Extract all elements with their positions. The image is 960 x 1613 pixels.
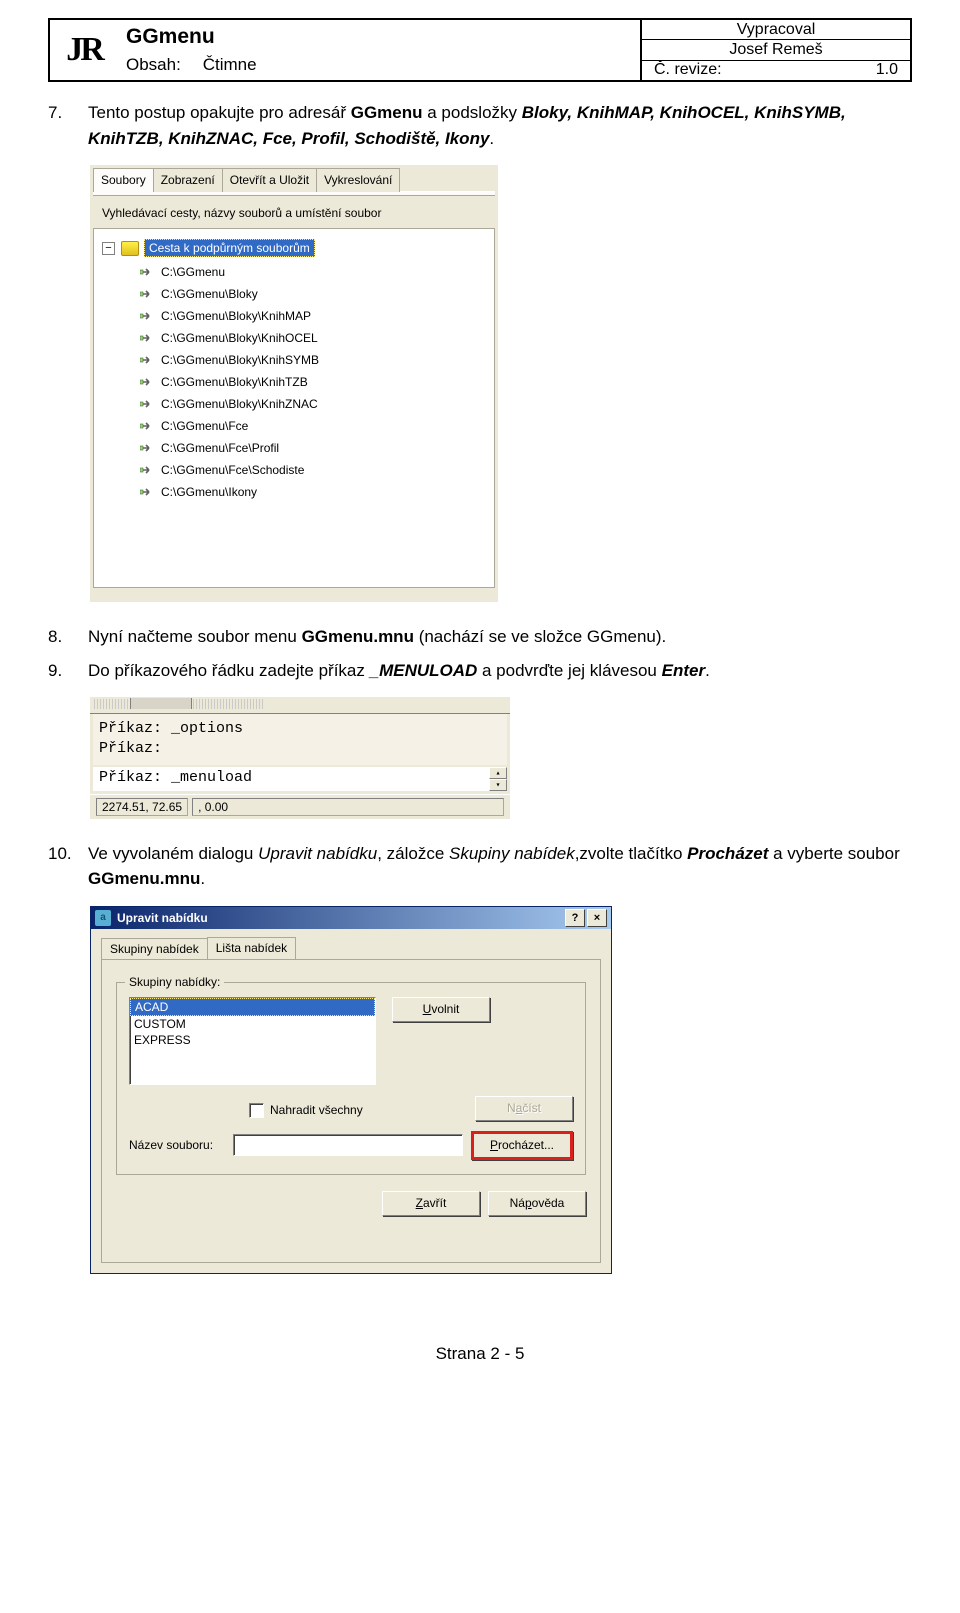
menu-groups-listbox[interactable]: ACAD CUSTOM EXPRESS xyxy=(129,997,376,1085)
step-10: 10. Ve vyvolaném dialogu Upravit nabídku… xyxy=(48,841,912,892)
logo: JR xyxy=(50,20,118,80)
tree-path-item[interactable]: C:\GGmenu\Fce\Schodiste xyxy=(140,463,486,477)
replace-all-checkbox[interactable] xyxy=(249,1103,264,1118)
command-input-row: Příkaz: _menuload ▴ ▾ xyxy=(90,765,510,794)
help-button[interactable]: ? xyxy=(565,909,585,927)
path-arrow-icon xyxy=(140,465,154,475)
path-arrow-icon xyxy=(140,487,154,497)
path-arrow-icon xyxy=(140,355,154,365)
load-button[interactable]: Načíst xyxy=(475,1096,573,1121)
tree-path-label: C:\GGmenu\Bloky\KnihTZB xyxy=(161,375,308,389)
close-button[interactable]: × xyxy=(587,909,607,927)
revision-value: 1.0 xyxy=(876,61,898,79)
help-dialog-button[interactable]: Nápověda xyxy=(488,1191,586,1216)
tree-path-label: C:\GGmenu\Fce xyxy=(161,419,248,433)
tree-path-label: C:\GGmenu xyxy=(161,265,225,279)
tab-otevrit-ulozit[interactable]: Otevřít a Uložit xyxy=(222,168,317,192)
autocad-icon: a xyxy=(95,910,111,926)
list-item[interactable]: EXPRESS xyxy=(130,1032,375,1048)
tab-lista-nabidek[interactable]: Lišta nabídek xyxy=(207,937,296,959)
tree-path-label: C:\GGmenu\Ikony xyxy=(161,485,257,499)
doc-title: GGmenu xyxy=(126,25,640,49)
path-arrow-icon xyxy=(140,399,154,409)
tree-root-label[interactable]: Cesta k podpůrným souborům xyxy=(144,239,315,257)
meta-author-label: Vypracoval xyxy=(640,20,910,40)
path-arrow-icon xyxy=(140,377,154,387)
dialog-titlebar: a Upravit nabídku ? × xyxy=(91,907,611,929)
tree-path-label: C:\GGmenu\Bloky\KnihOCEL xyxy=(161,331,318,345)
tree-path-item[interactable]: C:\GGmenu\Bloky\KnihSYMB xyxy=(140,353,486,367)
tree-path-item[interactable]: C:\GGmenu\Fce xyxy=(140,419,486,433)
tree-path-item[interactable]: C:\GGmenu\Bloky\KnihOCEL xyxy=(140,331,486,345)
scroll-up-icon[interactable]: ▴ xyxy=(489,767,507,779)
tree-path-item[interactable]: C:\GGmenu\Bloky\KnihMAP xyxy=(140,309,486,323)
tree-path-label: C:\GGmenu\Fce\Profil xyxy=(161,441,279,455)
tree-path-label: C:\GGmenu\Fce\Schodiste xyxy=(161,463,304,477)
tab-soubory[interactable]: Soubory xyxy=(93,168,154,192)
path-arrow-icon xyxy=(140,333,154,343)
command-history: Příkaz: _options Příkaz: xyxy=(90,714,510,765)
tree-path-item[interactable]: C:\GGmenu\Bloky xyxy=(140,287,486,301)
step-8: 8. Nyní načteme soubor menu GGmenu.mnu (… xyxy=(48,624,912,650)
browse-button[interactable]: Procházet... xyxy=(471,1131,573,1160)
step-9: 9. Do příkazového řádku zadejte příkaz _… xyxy=(48,658,912,684)
tree-path-item[interactable]: C:\GGmenu\Bloky\KnihTZB xyxy=(140,375,486,389)
tree-path-label: C:\GGmenu\Bloky\KnihZNAC xyxy=(161,397,318,411)
list-item[interactable]: ACAD xyxy=(130,998,375,1016)
tab-zobrazeni[interactable]: Zobrazení xyxy=(153,168,223,192)
title-block: GGmenu Obsah: Čtimne xyxy=(118,20,640,80)
revision-label: Č. revize: xyxy=(654,61,722,79)
tree-path-item[interactable]: C:\GGmenu\Ikony xyxy=(140,485,486,499)
meta-block: Vypracoval Josef Remeš Č. revize: 1.0 xyxy=(640,20,910,80)
filename-field[interactable] xyxy=(233,1134,463,1156)
toolbar-fragment xyxy=(90,697,510,714)
scroll-down-icon[interactable]: ▾ xyxy=(489,779,507,791)
screenshot-commandline: Příkaz: _options Příkaz: Příkaz: _menulo… xyxy=(90,697,912,819)
command-input[interactable]: Příkaz: _menuload xyxy=(93,767,489,791)
tab-skupiny-nabidek[interactable]: Skupiny nabídek xyxy=(101,938,208,960)
unload-button[interactable]: Uvolnit xyxy=(392,997,490,1022)
status-bar: 2274.51, 72.65, 0.00 xyxy=(90,794,510,819)
collapse-icon[interactable]: − xyxy=(102,242,115,255)
tree-path-label: C:\GGmenu\Bloky\KnihSYMB xyxy=(161,353,319,367)
groupbox-legend: Skupiny nabídky: xyxy=(125,975,224,989)
document-header: JR GGmenu Obsah: Čtimne Vypracoval Josef… xyxy=(48,18,912,82)
tree-path-item[interactable]: C:\GGmenu xyxy=(140,265,486,279)
tab-vykreslovani[interactable]: Vykreslování xyxy=(316,168,400,192)
path-arrow-icon xyxy=(140,267,154,277)
options-tabs: Soubory Zobrazení Otevřít a Uložit Vykre… xyxy=(93,168,495,192)
paths-tree: − Cesta k podpůrným souborům C:\GGmenu C:… xyxy=(93,228,495,588)
filename-label: Název souboru: xyxy=(129,1138,225,1152)
content-label: Obsah: xyxy=(126,55,198,75)
dialog-title: Upravit nabídku xyxy=(117,911,563,925)
list-item[interactable]: CUSTOM xyxy=(130,1016,375,1032)
step-7: 7. Tento postup opakujte pro adresář GGm… xyxy=(48,100,912,151)
folder-icon xyxy=(121,241,139,256)
scrollbar[interactable]: ▴ ▾ xyxy=(489,767,507,791)
tree-path-item[interactable]: C:\GGmenu\Fce\Profil xyxy=(140,441,486,455)
close-dialog-button[interactable]: Zavřít xyxy=(382,1191,480,1216)
screenshot-dialog: a Upravit nabídku ? × Skupiny nabídek Li… xyxy=(90,906,912,1274)
page-footer: Strana 2 - 5 xyxy=(48,1344,912,1364)
path-arrow-icon xyxy=(140,421,154,431)
options-description: Vyhledávací cesty, názvy souborů a umíst… xyxy=(93,196,495,228)
tree-path-label: C:\GGmenu\Bloky xyxy=(161,287,258,301)
path-arrow-icon xyxy=(140,311,154,321)
meta-author-name: Josef Remeš xyxy=(640,40,910,60)
content-value: Čtimne xyxy=(203,55,257,74)
replace-all-label: Nahradit všechny xyxy=(270,1103,363,1117)
path-arrow-icon xyxy=(140,289,154,299)
tree-path-label: C:\GGmenu\Bloky\KnihMAP xyxy=(161,309,311,323)
screenshot-paths: Soubory Zobrazení Otevřít a Uložit Vykre… xyxy=(90,165,912,602)
tree-path-item[interactable]: C:\GGmenu\Bloky\KnihZNAC xyxy=(140,397,486,411)
path-arrow-icon xyxy=(140,443,154,453)
